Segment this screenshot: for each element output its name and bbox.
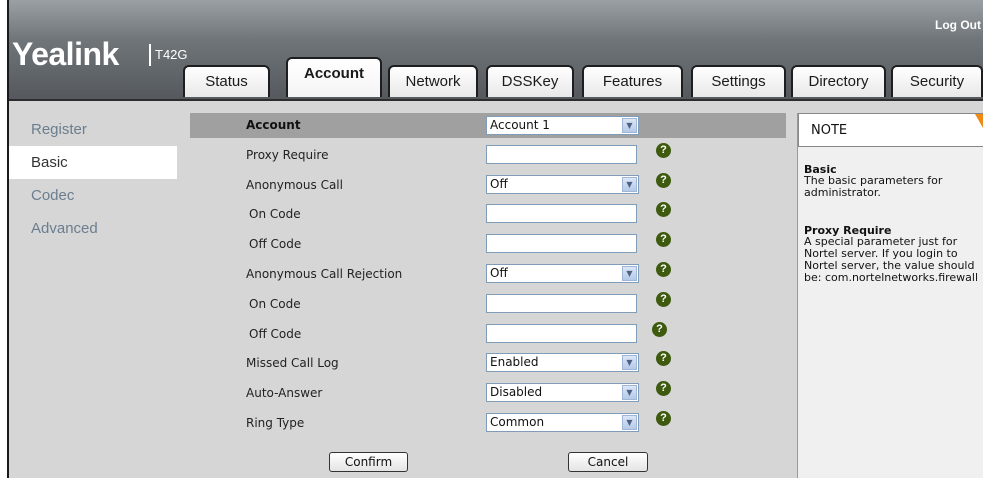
help-icon[interactable]: ?: [656, 262, 671, 277]
tab-dsskey[interactable]: DSSKey: [486, 65, 574, 97]
sidebar-item-codec[interactable]: Codec: [9, 179, 177, 212]
rejection-on-code-input[interactable]: [486, 294, 637, 313]
help-icon[interactable]: ?: [656, 173, 671, 188]
off-code-label: Off Code: [249, 237, 302, 251]
ring-type-value: Common: [490, 415, 545, 429]
help-icon[interactable]: ?: [656, 202, 671, 217]
rejection-on-code-label: On Code: [249, 297, 301, 311]
tab-status[interactable]: Status: [183, 65, 270, 97]
missed-call-log-select[interactable]: Enabled ▼: [486, 353, 639, 372]
chevron-down-icon: ▼: [622, 385, 637, 400]
help-icon[interactable]: ?: [656, 351, 671, 366]
corner-tab-icon: [975, 114, 983, 128]
rejection-off-code-input[interactable]: [486, 324, 637, 343]
note-line: be: com.nortelnetworks.firewall: [804, 271, 979, 284]
account-select[interactable]: Account 1 ▼: [486, 116, 639, 135]
auto-answer-select[interactable]: Disabled ▼: [486, 383, 639, 402]
proxy-require-input[interactable]: [486, 145, 637, 164]
help-icon[interactable]: ?: [656, 381, 671, 396]
note-text-proxy-require: A special parameter just for Nortel serv…: [804, 236, 983, 284]
missed-call-log-label: Missed Call Log: [246, 356, 339, 370]
ring-type-select[interactable]: Common ▼: [486, 413, 639, 432]
logout-link[interactable]: Log Out: [935, 18, 981, 32]
note-title: NOTE: [811, 123, 848, 138]
cancel-button[interactable]: Cancel: [568, 452, 648, 472]
chevron-down-icon: ▼: [622, 355, 637, 370]
tab-network[interactable]: Network: [388, 65, 478, 97]
anonymous-call-label: Anonymous Call: [246, 178, 343, 192]
sidebar: Register Basic Codec Advanced: [9, 113, 177, 245]
note-line: administrator.: [804, 186, 881, 199]
chevron-down-icon: ▼: [622, 118, 637, 133]
header-bar: Log Out Yealink T42G Status Account Netw…: [9, 0, 983, 101]
confirm-button[interactable]: Confirm: [329, 452, 408, 472]
account-select-value: Account 1: [490, 118, 550, 132]
on-code-label: On Code: [249, 207, 301, 221]
sidebar-item-basic[interactable]: Basic: [9, 146, 177, 179]
chevron-down-icon: ▼: [622, 415, 637, 430]
tab-directory[interactable]: Directory: [791, 65, 886, 97]
chevron-down-icon: ▼: [622, 266, 637, 281]
chevron-down-icon: ▼: [622, 177, 637, 192]
account-label: Account: [246, 118, 301, 132]
tab-settings[interactable]: Settings: [691, 65, 786, 97]
model-label: T42G: [149, 44, 188, 66]
tab-features[interactable]: Features: [582, 65, 683, 97]
anonymous-call-rejection-select[interactable]: Off ▼: [486, 264, 639, 283]
tab-account[interactable]: Account: [286, 57, 382, 97]
missed-call-log-value: Enabled: [490, 355, 539, 369]
tab-security[interactable]: Security: [891, 65, 983, 97]
ring-type-label: Ring Type: [246, 416, 305, 430]
help-icon[interactable]: ?: [656, 411, 671, 426]
page-frame: Log Out Yealink T42G Status Account Netw…: [7, 0, 983, 478]
anonymous-call-rejection-label: Anonymous Call Rejection: [246, 267, 403, 281]
sidebar-item-register[interactable]: Register: [9, 113, 177, 146]
help-icon[interactable]: ?: [652, 322, 667, 337]
settings-form: Account Account 1 ▼ Proxy Require ? Anon…: [190, 113, 786, 478]
rejection-off-code-label: Off Code: [249, 327, 302, 341]
help-icon[interactable]: ?: [656, 232, 671, 247]
note-text-basic: The basic parameters for administrator.: [804, 175, 983, 199]
off-code-input[interactable]: [486, 234, 637, 253]
anonymous-call-value: Off: [490, 177, 508, 191]
anonymous-call-select[interactable]: Off ▼: [486, 175, 639, 194]
auto-answer-value: Disabled: [490, 385, 543, 399]
anonymous-call-rejection-value: Off: [490, 266, 508, 280]
note-panel: NOTE Basic The basic parameters for admi…: [797, 113, 983, 478]
help-icon[interactable]: ?: [656, 143, 671, 158]
note-header: NOTE: [798, 113, 983, 147]
sidebar-item-advanced[interactable]: Advanced: [9, 212, 177, 245]
help-icon[interactable]: ?: [656, 292, 671, 307]
proxy-require-label: Proxy Require: [246, 148, 329, 162]
auto-answer-label: Auto-Answer: [246, 386, 323, 400]
on-code-input[interactable]: [486, 204, 637, 223]
brand-logo: Yealink: [12, 36, 119, 72]
